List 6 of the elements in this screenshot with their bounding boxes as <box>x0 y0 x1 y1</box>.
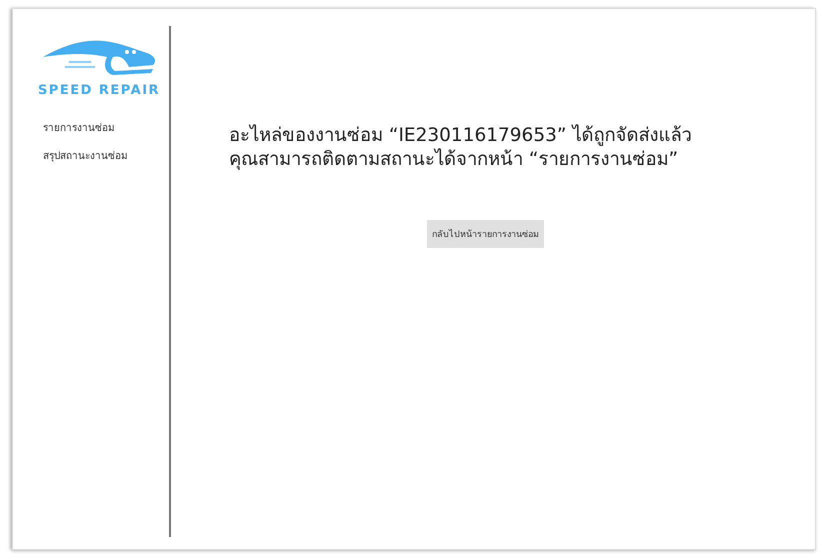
back-button[interactable]: กลับไปหน้ารายการงานซ่อม <box>427 220 544 248</box>
message-text: อะไหล่ของงานซ่อม “IE230116179653” ได้ถูกจัดส่งแล้ว <box>229 124 692 148</box>
logo-text: SPEED REPAIR <box>38 83 160 98</box>
message-text: คุณสามารถติดตามสถานะได้จากหน้า “รายการงานซ่อม” <box>229 148 678 172</box>
nav-link[interactable]: สรุปสถานะงานซ่อม <box>43 148 128 163</box>
nav-link[interactable]: รายการงานซ่อม <box>43 120 115 135</box>
